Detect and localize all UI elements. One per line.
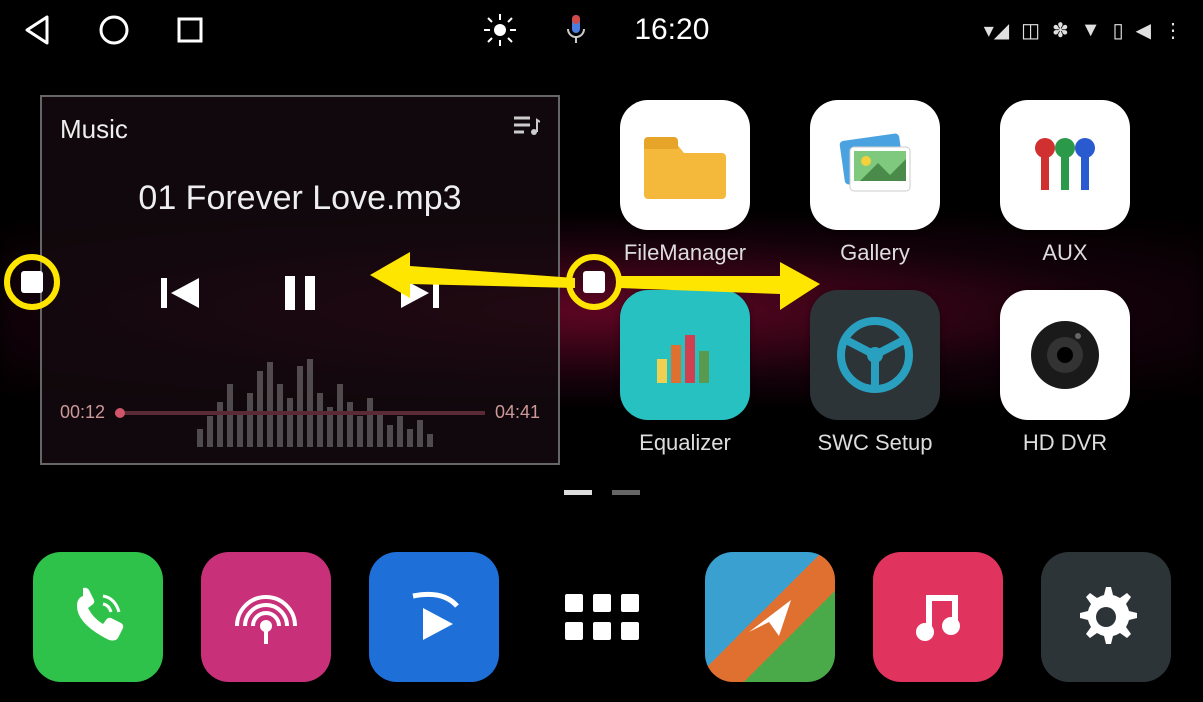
- aux-icon: [1000, 100, 1130, 230]
- wifi-icon: ▼: [1081, 19, 1101, 42]
- steering-icon: [810, 290, 940, 420]
- volume-icon: ◀: [1136, 18, 1151, 43]
- more-icon: ⋮: [1163, 18, 1183, 43]
- page-dot-1[interactable]: [564, 490, 592, 495]
- page-indicator: [0, 490, 1203, 495]
- app-label: AUX: [1042, 240, 1087, 266]
- mic-icon[interactable]: [558, 12, 594, 48]
- track-title: 01 Forever Love.mp3: [60, 179, 540, 218]
- app-label: SWC Setup: [818, 430, 933, 456]
- battery-icon: ▯: [1113, 18, 1124, 43]
- annotation-arrow-right: [620, 254, 820, 324]
- annotation-marker-right: [566, 254, 622, 310]
- back-button[interactable]: [20, 12, 56, 48]
- recent-button[interactable]: [172, 12, 208, 48]
- annotation-arrow-left: [370, 240, 580, 310]
- app-hd-dvr[interactable]: HD DVR: [970, 290, 1160, 480]
- page-dot-2[interactable]: [612, 490, 640, 495]
- progress-bar[interactable]: 00:12 04:41: [60, 402, 540, 423]
- app-aux[interactable]: AUX: [970, 100, 1160, 290]
- radio-app[interactable]: [201, 552, 331, 682]
- phone-app[interactable]: [33, 552, 163, 682]
- dock: [0, 552, 1203, 682]
- status-tray: ▾◢ ◫ ✽ ▼ ▯ ◀ ⋮: [984, 18, 1183, 43]
- app-label: Gallery: [840, 240, 910, 266]
- apps-drawer[interactable]: [537, 552, 667, 682]
- seek-bar[interactable]: [115, 411, 485, 415]
- total-time: 04:41: [495, 402, 540, 423]
- nav-app[interactable]: [705, 552, 835, 682]
- prev-track-button[interactable]: [150, 263, 210, 323]
- playlist-icon[interactable]: [512, 114, 540, 144]
- play-pause-button[interactable]: [270, 263, 330, 323]
- bluetooth-icon: ✽: [1052, 18, 1069, 43]
- clock: 16:20: [634, 13, 709, 47]
- annotation-marker-left: [4, 254, 60, 310]
- app-label: HD DVR: [1023, 430, 1107, 456]
- video-app[interactable]: [369, 552, 499, 682]
- camera-icon: [1000, 290, 1130, 420]
- music-widget-title: Music: [60, 114, 128, 145]
- settings-app[interactable]: [1041, 552, 1171, 682]
- signal-icon: ▾◢: [984, 18, 1009, 43]
- home-button[interactable]: [96, 12, 132, 48]
- elapsed-time: 00:12: [60, 402, 105, 423]
- folder-icon: [620, 100, 750, 230]
- brightness-icon[interactable]: [482, 12, 518, 48]
- app-label: Equalizer: [639, 430, 731, 456]
- music-app[interactable]: [873, 552, 1003, 682]
- sim-icon: ◫: [1021, 18, 1040, 43]
- status-bar: 16:20 ▾◢ ◫ ✽ ▼ ▯ ◀ ⋮: [0, 0, 1203, 60]
- gallery-icon: [810, 100, 940, 230]
